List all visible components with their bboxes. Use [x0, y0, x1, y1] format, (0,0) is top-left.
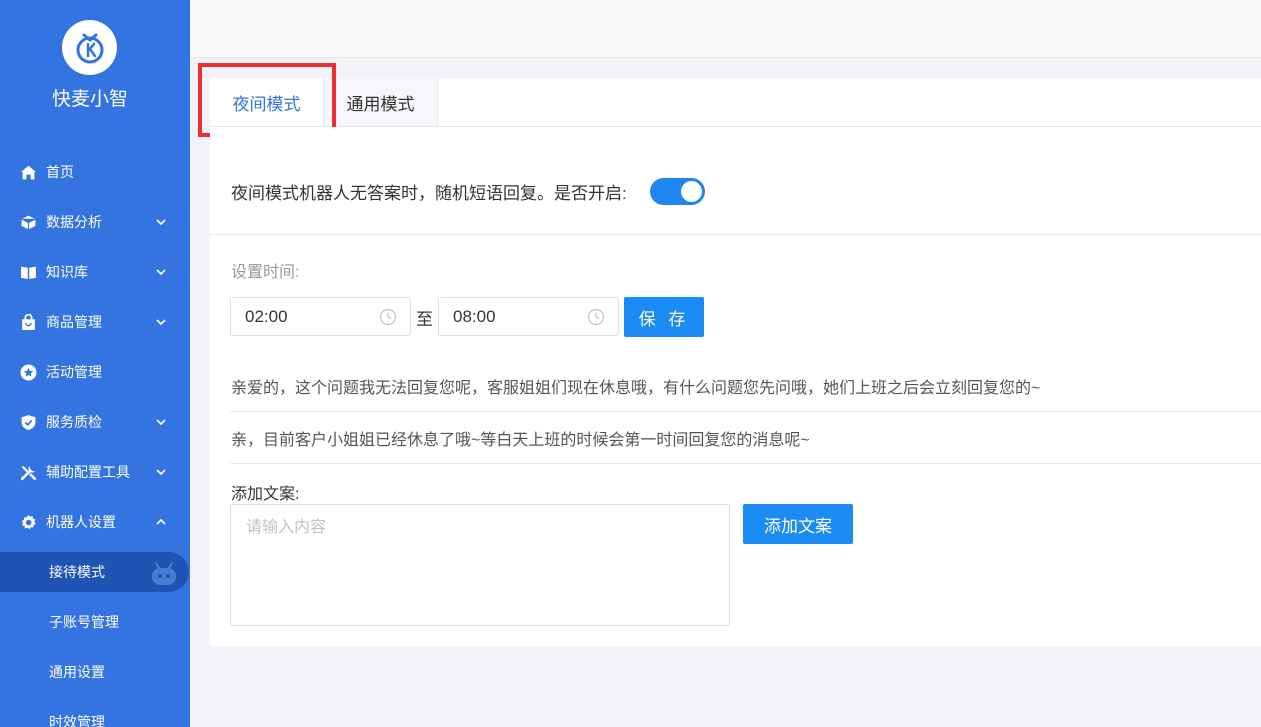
night-mode-panel: 夜间模式机器人无答案时，随机短语回复。是否开启: 设置时间: 02:00 至 0… [210, 127, 1261, 646]
add-copy-button[interactable]: 添加文案 [743, 504, 853, 544]
book-icon [19, 263, 37, 281]
sidebar-subitem-timeliness[interactable]: 时效管理 [0, 702, 190, 727]
save-button[interactable]: 保 存 [624, 297, 704, 337]
toggle-knob [681, 181, 702, 202]
sidebar-item-product-management[interactable]: 商品管理 [0, 297, 190, 347]
sidebar-item-label: 活动管理 [46, 364, 102, 380]
sidebar-subitem-reception-mode[interactable]: 接待模式 [0, 552, 189, 592]
chevron-down-icon [156, 469, 166, 476]
sidebar-item-service-qc[interactable]: 服务质检 [0, 397, 190, 447]
toggle-label: 夜间模式机器人无答案时，随机短语回复。是否开启: [231, 184, 627, 203]
sidebar-item-config-tools[interactable]: 辅助配置工具 [0, 447, 190, 497]
end-time-value: 08:00 [453, 307, 496, 326]
sidebar-item-label: 知识库 [46, 264, 88, 280]
end-time-picker[interactable]: 08:00 [438, 297, 619, 336]
start-time-value: 02:00 [245, 307, 288, 326]
tools-icon [19, 463, 37, 481]
chevron-up-icon [156, 518, 166, 525]
divider [210, 234, 1261, 235]
clock-icon [587, 308, 605, 326]
tab-general-mode[interactable]: 通用模式 [324, 78, 438, 126]
chevron-down-icon [156, 419, 166, 426]
shield-check-icon [19, 413, 37, 431]
stopwatch-logo-icon [76, 33, 103, 63]
app-name: 快麦小智 [51, 89, 128, 110]
sidebar: 快麦小智 首页 数据分析 知识库 商品管理 活动管理 服务质检 辅助配置工具 机… [0, 0, 190, 727]
sidebar-subitem-label: 时效管理 [49, 714, 105, 727]
star-circle-icon [19, 363, 37, 381]
divider [230, 411, 1261, 412]
tab-night-mode[interactable]: 夜间模式 [210, 78, 324, 126]
sidebar-item-robot-settings[interactable]: 机器人设置 [0, 497, 190, 547]
sidebar-subitem-label: 子账号管理 [49, 614, 119, 630]
add-copy-label: 添加文案: [231, 486, 300, 503]
sidebar-item-knowledge-base[interactable]: 知识库 [0, 247, 190, 297]
sidebar-item-label: 辅助配置工具 [46, 464, 130, 480]
sidebar-subitem-label: 通用设置 [49, 664, 105, 680]
chevron-down-icon [156, 219, 166, 226]
sidebar-item-data-analysis[interactable]: 数据分析 [0, 197, 190, 247]
reply-text[interactable]: 亲，目前客户小姐姐已经休息了哦~等白天上班的时候会第一时间回复您的消息呢~ [231, 426, 810, 450]
sidebar-item-label: 数据分析 [46, 214, 102, 230]
shopping-bag-icon [19, 313, 37, 331]
sidebar-subitem-sub-accounts[interactable]: 子账号管理 [0, 602, 190, 642]
time-label: 设置时间: [231, 264, 300, 281]
sidebar-item-label: 商品管理 [46, 314, 102, 330]
cube-icon [19, 213, 37, 231]
chevron-down-icon [156, 319, 166, 326]
mode-tabs: 夜间模式 通用模式 [210, 78, 1261, 127]
reply-text[interactable]: 亲爱的，这个问题我无法回复您呢，客服姐姐们现在休息哦，有什么问题您先问哦，她们上… [231, 374, 1040, 398]
home-icon [19, 163, 37, 181]
night-mode-toggle[interactable] [650, 178, 705, 205]
add-copy-textarea[interactable] [230, 504, 730, 626]
to-label: 至 [416, 310, 433, 329]
sidebar-item-label: 服务质检 [46, 414, 102, 430]
divider [230, 463, 1261, 464]
sidebar-item-home[interactable]: 首页 [0, 147, 190, 197]
chevron-down-icon [156, 269, 166, 276]
gear-icon [19, 513, 37, 531]
sidebar-subitem-general-settings[interactable]: 通用设置 [0, 652, 190, 692]
start-time-picker[interactable]: 02:00 [230, 297, 411, 336]
sidebar-item-activity-management[interactable]: 活动管理 [0, 347, 190, 397]
top-header [190, 0, 1261, 58]
sidebar-item-label: 首页 [46, 164, 74, 180]
app-logo[interactable] [62, 20, 117, 75]
sidebar-subitem-label: 接待模式 [49, 564, 105, 580]
sidebar-item-label: 机器人设置 [46, 514, 116, 530]
robot-icon [152, 562, 176, 585]
clock-icon [379, 308, 397, 326]
